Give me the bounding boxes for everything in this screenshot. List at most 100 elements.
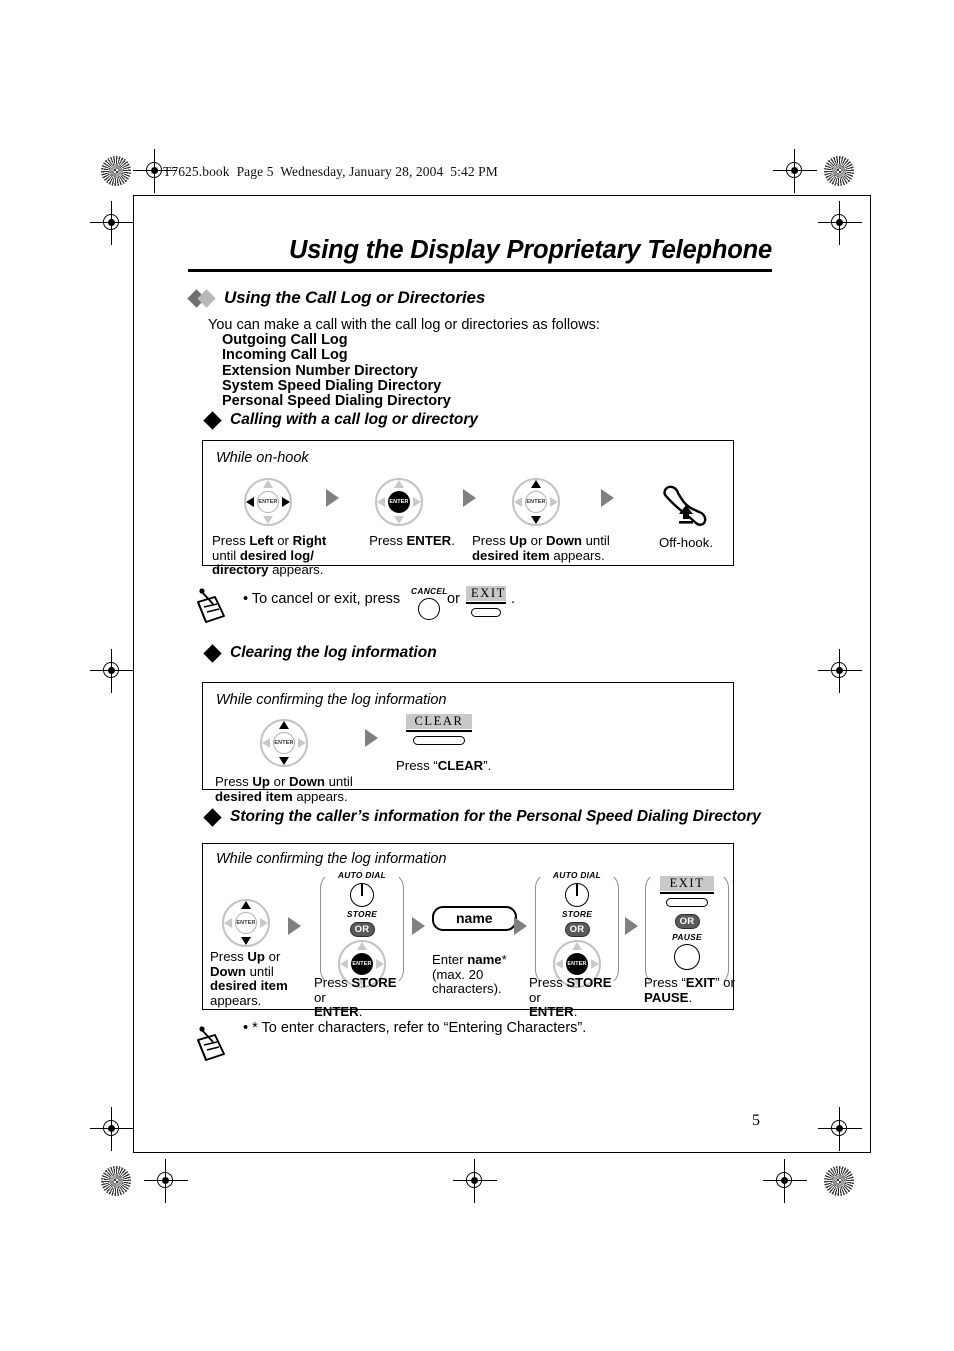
registration-target-bottom-left	[144, 1159, 188, 1203]
step-off-hook: Off-hook.	[640, 474, 732, 551]
clear-key-label: CLEAR	[406, 714, 472, 729]
step-caption: Press Up or Down until desired item appears…	[210, 949, 288, 1008]
crop-line-bottom	[133, 1152, 871, 1154]
step-press-clear: CLEAR Press “CLEAR”.	[396, 712, 536, 773]
step-icon: ENTER	[212, 474, 332, 530]
off-hook-handset-icon	[663, 485, 707, 526]
auto-dial-store-key-icon[interactable]	[345, 881, 379, 909]
diamond-icon	[203, 807, 222, 827]
step-caption: Press Up or Down until desired item appea…	[215, 774, 353, 804]
registration-target-right-upper	[818, 201, 862, 245]
subsection-heading-clearing: Clearing the log information	[203, 643, 437, 663]
section-intro: You can make a call with the call log or…	[208, 317, 600, 333]
cancel-key[interactable]: CANCEL	[411, 586, 448, 620]
note-pencil-pad-icon	[197, 1026, 225, 1061]
step-icon: ENTER	[210, 899, 296, 947]
registration-circle-bottom-right	[824, 1166, 854, 1196]
step-caption: Press STORE or ENTER.	[529, 975, 612, 1020]
flow-arrow-icon	[412, 917, 425, 935]
flow-arrow-icon	[365, 729, 378, 747]
crop-line-right	[870, 195, 872, 1153]
step-caption: Press ENTER.	[369, 533, 455, 548]
exit-key-rule	[466, 602, 506, 604]
cancel-key-label: CANCEL	[411, 586, 448, 596]
flow-arrow-icon	[288, 917, 301, 935]
step-caption: Press STORE or ENTER.	[314, 975, 397, 1020]
diamond-icon	[203, 643, 222, 663]
registration-target-bottom-right	[763, 1159, 807, 1203]
step-press-enter: ENTER Press ENTER.	[352, 474, 472, 549]
registration-circle-top-left	[101, 156, 131, 186]
note-or-text: or	[447, 591, 460, 607]
navigator-key-up-down-icon[interactable]: ENTER	[512, 478, 560, 526]
section-heading: Using the Call Log or Directories	[187, 288, 486, 308]
navigator-key-left-right-icon[interactable]: ENTER	[244, 478, 292, 526]
note-text-after: .	[511, 591, 516, 607]
step-store-or-enter: AUTO DIAL STORE OR ENTER	[318, 868, 406, 988]
clear-key-cap-icon[interactable]	[413, 735, 465, 745]
title-rule	[188, 269, 772, 272]
exit-key-cap-icon[interactable]	[471, 607, 501, 617]
note-entering-characters-text: • * To enter characters, refer to “Enter…	[243, 1020, 587, 1036]
registration-target-left-middle	[90, 649, 134, 693]
step-icon: ENTER	[352, 474, 472, 530]
step-caption: Off-hook.	[659, 535, 713, 550]
diamond-light-icon	[197, 288, 216, 308]
navigator-key-enter-icon[interactable]: ENTER	[375, 478, 423, 526]
step-caption: Press Up or Down until desired item appea…	[472, 533, 610, 563]
registration-target-right-lower	[818, 1107, 862, 1151]
note-text-before: • To cancel or exit, press	[243, 591, 401, 607]
list-item: System Speed Dialing Directory	[222, 377, 442, 394]
registration-target-top-right	[773, 149, 817, 193]
crop-line-left	[133, 195, 135, 1153]
step-enter-name: name Enter name* (max. 20 characters).	[432, 906, 520, 997]
list-item: Extension Number Directory	[222, 362, 418, 379]
step-caption: Press Left or Right until desired log/dir…	[212, 533, 327, 578]
exit-key[interactable]: EXIT	[660, 876, 714, 907]
subsection-heading-calling: Calling with a call log or directory	[203, 410, 478, 430]
step-press-up-down: ENTER Press Up or Down until desired item…	[472, 474, 617, 563]
flow-arrow-icon	[625, 917, 638, 935]
book-header-line: T7625.book Page 5 Wednesday, January 28,…	[163, 164, 498, 179]
step-caption: Press “EXIT” or PAUSE.	[644, 975, 735, 1005]
registration-target-right-middle	[818, 649, 862, 693]
step-press-left-right: ENTER Press Left or Right until desired l…	[212, 474, 332, 578]
step-store-or-enter-2: AUTO DIAL STORE OR ENTER	[533, 868, 621, 988]
clear-key[interactable]: CLEAR	[406, 714, 472, 745]
navigator-key-up-down-icon[interactable]: ENTER	[222, 899, 270, 947]
clear-key-rule	[406, 730, 472, 732]
note-cancel-text: • To cancel or exit, press	[243, 591, 400, 607]
flow-arrow-icon	[326, 489, 339, 507]
step-exit-or-pause: EXIT OR PAUSE	[645, 868, 729, 986]
procedure-condition: While confirming the log information	[216, 851, 447, 867]
exit-key-rule	[660, 892, 714, 894]
auto-dial-store-key-icon[interactable]	[560, 881, 594, 909]
step-press-up-down-clear: ENTER Press Up or Down until desired item…	[215, 715, 375, 804]
registration-circle-top-right	[824, 156, 854, 186]
page-title: Using the Display Proprietary Telephone	[289, 236, 772, 264]
step-caption: Enter name* (max. 20 characters).	[432, 952, 507, 997]
procedure-condition: While on-hook	[216, 450, 309, 466]
exit-key-cap-icon[interactable]	[666, 897, 708, 907]
note-pencil-pad-icon	[197, 588, 225, 623]
exit-key-label: EXIT	[466, 586, 506, 601]
name-input-field[interactable]: name	[432, 906, 517, 931]
step-press-up-down-store: ENTER Press Up or Down until desired item a…	[210, 899, 296, 1008]
section-heading-label: Using the Call Log or Directories	[224, 288, 486, 307]
crop-line-top	[133, 195, 871, 197]
list-item: Personal Speed Dialing Directory	[222, 393, 451, 410]
cancel-round-key-icon[interactable]	[418, 598, 441, 620]
flow-arrow-icon	[514, 917, 527, 935]
registration-target-left-lower	[90, 1107, 134, 1151]
registration-target-left-upper	[90, 201, 134, 245]
page-number: 5	[752, 1112, 760, 1129]
exit-key-label: EXIT	[660, 876, 714, 891]
procedure-condition: While confirming the log information	[216, 692, 447, 708]
exit-key[interactable]: EXIT	[466, 586, 506, 617]
directory-list: Outgoing Call Log Incoming Call Log Exte…	[222, 332, 451, 410]
step-caption: Press “CLEAR”.	[396, 757, 492, 773]
step-icon	[640, 474, 732, 530]
navigator-key-up-down-icon[interactable]: ENTER	[260, 719, 308, 767]
registration-circle-bottom-left	[101, 1166, 131, 1196]
subsection-heading-label: Clearing the log information	[230, 644, 437, 661]
